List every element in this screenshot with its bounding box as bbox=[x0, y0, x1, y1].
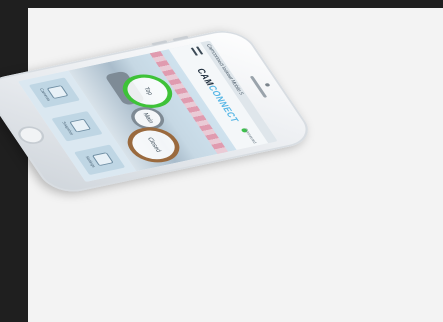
tile-cameras[interactable]: Cameras bbox=[28, 77, 81, 108]
connection-status: Connected bbox=[242, 127, 259, 144]
phone-device: Camconnect lookout Mobile 5 CAMCONNECT C… bbox=[0, 26, 319, 197]
image-canvas: Camconnect lookout Mobile 5 CAMCONNECT C… bbox=[0, 8, 443, 322]
window-left-bar bbox=[0, 0, 28, 322]
zone-label: Top bbox=[141, 86, 154, 96]
zone-label: Main bbox=[141, 112, 155, 124]
zone-label: Closed bbox=[145, 137, 162, 153]
tile-settings[interactable]: Settings bbox=[74, 144, 126, 176]
window-top-bar bbox=[0, 0, 443, 8]
menu-icon[interactable] bbox=[190, 46, 204, 56]
phone-mockup: Camconnect lookout Mobile 5 CAMCONNECT C… bbox=[0, 26, 436, 306]
tile-snapshot[interactable]: Snapshot bbox=[51, 111, 103, 142]
logo-main-text: CAM bbox=[194, 67, 217, 87]
